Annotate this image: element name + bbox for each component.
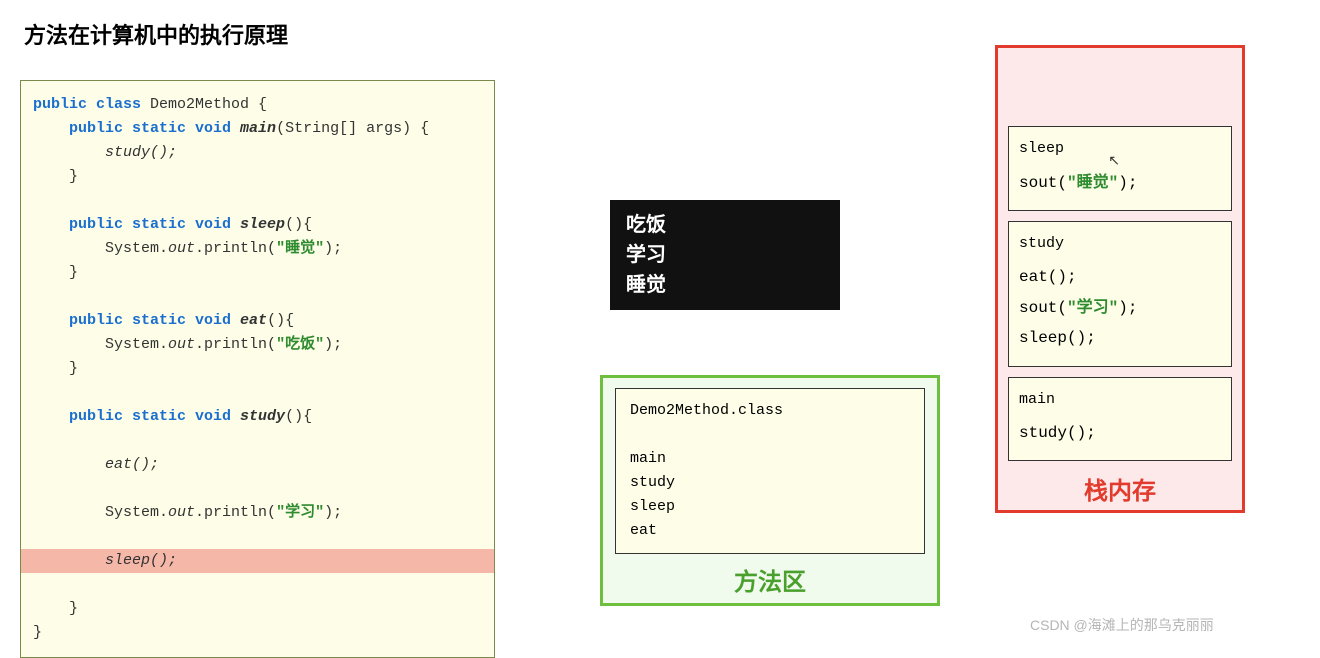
code-panel: public class Demo2Method { public static… xyxy=(20,80,495,658)
stack-frame-main: main study(); xyxy=(1008,377,1232,462)
diagram-stage: public class Demo2Method { public static… xyxy=(20,70,1300,640)
console-output: 吃饭 学习 睡觉 xyxy=(610,200,840,310)
stack-label: 栈内存 xyxy=(1008,471,1232,506)
cursor-icon: ↖ xyxy=(1108,152,1120,169)
method-area-label: 方法区 xyxy=(615,562,925,597)
stack-frame-sleep: sleep sout("睡觉"); xyxy=(1008,126,1232,211)
console-line: 睡觉 xyxy=(626,270,824,300)
method-area-content: Demo2Method.class main study sleep eat xyxy=(615,388,925,554)
stack-memory: sleep sout("睡觉"); study eat(); sout("学习"… xyxy=(995,45,1245,513)
highlighted-line: sleep(); xyxy=(21,549,494,573)
watermark: CSDN @海滩上的那乌克丽丽 xyxy=(1030,615,1214,635)
stack-frame-study: study eat(); sout("学习"); sleep(); xyxy=(1008,221,1232,367)
console-line: 吃饭 xyxy=(626,210,824,240)
console-line: 学习 xyxy=(626,240,824,270)
method-area: Demo2Method.class main study sleep eat 方… xyxy=(600,375,940,606)
